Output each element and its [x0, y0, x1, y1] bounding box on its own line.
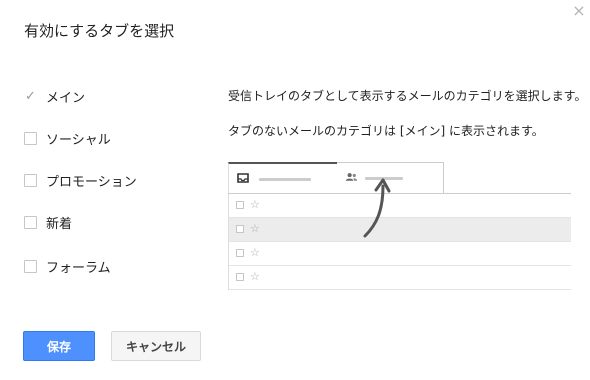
checkbox[interactable]	[24, 215, 37, 229]
option-updates[interactable]: 新着	[24, 213, 73, 232]
dialog-title: 有効にするタブを選択	[24, 22, 175, 40]
option-primary[interactable]: ✓ メイン	[24, 87, 86, 106]
preview-row: ☆	[228, 194, 571, 218]
option-label: フォーラム	[46, 260, 111, 276]
save-button[interactable]: 保存	[23, 331, 95, 361]
preview-tab-primary	[228, 162, 338, 193]
option-label: メイン	[46, 90, 86, 106]
checkbox[interactable]	[24, 131, 37, 145]
description-line-2: タブのないメールのカテゴリは [メイン] に表示されます。	[228, 124, 544, 138]
checkbox[interactable]	[24, 173, 37, 187]
option-social[interactable]: ソーシャル	[24, 129, 111, 148]
preview-row: ☆	[228, 266, 571, 290]
star-icon: ☆	[250, 246, 260, 259]
cancel-button[interactable]: キャンセル	[111, 331, 201, 361]
option-forums[interactable]: フォーラム	[24, 257, 111, 276]
star-icon: ☆	[250, 198, 260, 211]
option-label: 新着	[46, 216, 73, 232]
star-icon: ☆	[250, 270, 260, 283]
close-icon[interactable]: ×	[571, 3, 587, 19]
preview-row: ☆	[228, 242, 571, 266]
option-promotions[interactable]: プロモーション	[24, 171, 137, 190]
star-icon: ☆	[250, 222, 260, 235]
preview-row: ☆	[228, 218, 571, 242]
inbox-icon	[237, 173, 249, 183]
preview-message-list: ☆ ☆ ☆ ☆	[228, 194, 571, 290]
description-line-1: 受信トレイのタブとして表示するメールのカテゴリを選択します。	[228, 89, 587, 103]
checkmark-icon: ✓	[25, 88, 36, 104]
select-tabs-dialog: 有効にするタブを選択 × ✓ メイン ソーシャル プロモーション 新着 フォーラ…	[0, 0, 590, 380]
inbox-preview-illustration: ☆ ☆ ☆ ☆	[228, 162, 571, 308]
option-label: ソーシャル	[46, 132, 111, 148]
curved-arrow-icon	[363, 178, 391, 238]
option-label: プロモーション	[46, 174, 137, 190]
checkbox[interactable]	[24, 259, 37, 273]
preview-tabstrip	[228, 162, 571, 194]
